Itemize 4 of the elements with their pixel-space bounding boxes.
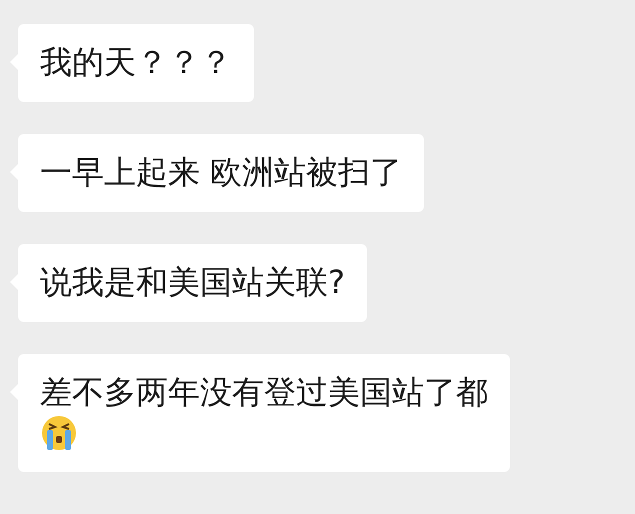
message-text: 我的天？？？ xyxy=(40,42,232,82)
message-text: 一早上起来 欧洲站被扫了 xyxy=(40,152,402,192)
message-text: 说我是和美国站关联? xyxy=(40,262,345,302)
message-text: 差不多两年没有登过美国站了都 xyxy=(40,372,488,412)
